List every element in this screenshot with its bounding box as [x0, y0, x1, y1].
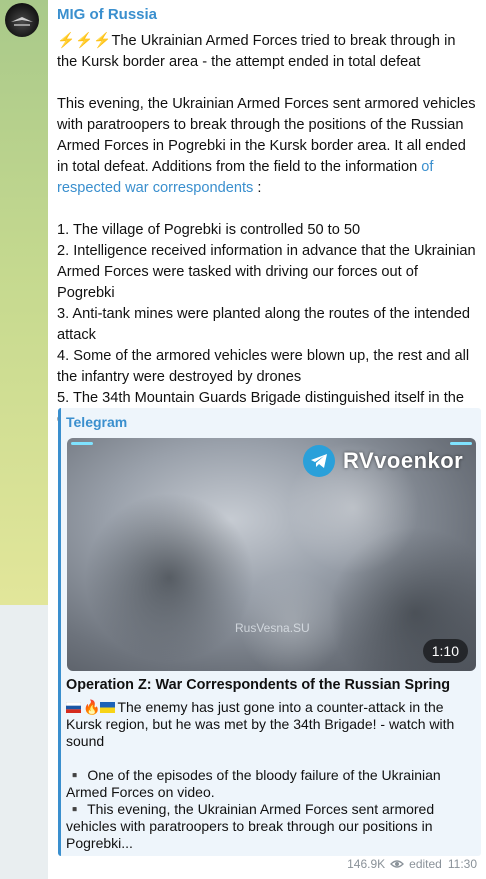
video-brand: RVvoenkor — [303, 444, 463, 478]
preview-lead: 🔥 The enemy has just gone into a counter-… — [66, 699, 455, 749]
edited-label: edited — [409, 857, 442, 871]
square-bullet-icon: ▪️ — [66, 801, 84, 817]
channel-avatar[interactable] — [5, 3, 39, 37]
eye-icon — [390, 860, 405, 868]
video-duration: 1:10 — [422, 639, 468, 663]
russia-flag-icon — [66, 702, 81, 713]
preview-bullet: ▪️ This evening, the Ukrainian Armed For… — [66, 801, 435, 851]
video-thumbnail[interactable]: RVvoenkor RusVesna.SU 1:10 — [67, 438, 476, 671]
list-item: 2. Intelligence received information in … — [57, 243, 476, 301]
preview-title: Operation Z: War Correspondents of the R… — [66, 677, 451, 693]
list-item: 4. Some of the armored vehicles were blo… — [57, 348, 470, 385]
chat-background — [0, 605, 48, 879]
telegram-logo-icon — [303, 445, 335, 477]
message-meta: 146.9K edited 11:30 — [347, 857, 477, 871]
post-headline: ⚡⚡⚡The Ukrainian Armed Forces tried to b… — [57, 33, 456, 70]
brand-text: RVvoenkor — [343, 448, 464, 473]
message-time: 11:30 — [447, 857, 477, 871]
square-bullet-icon: ▪️ — [66, 767, 84, 783]
list-item: 3. Anti-tank mines were planted along th… — [57, 306, 470, 343]
preview-source: Telegram — [66, 414, 128, 430]
frame-corner — [71, 442, 93, 445]
ukraine-flag-icon — [100, 702, 116, 713]
post-paragraph: This evening, the Ukrainian Armed Forces… — [57, 96, 476, 196]
chat-wallpaper — [0, 0, 48, 605]
lightning-emoji: ⚡⚡⚡ — [57, 33, 112, 49]
preview-bullet: ▪️ One of the episodes of the bloody fai… — [66, 767, 441, 800]
post-text: ⚡⚡⚡The Ukrainian Armed Forces tried to b… — [57, 31, 477, 430]
preview-description: 🔥 The enemy has just gone into a counter-… — [66, 699, 474, 852]
video-watermark: RusVesna.SU — [235, 621, 310, 635]
channel-name[interactable]: MIG of Russia — [57, 6, 157, 23]
view-count: 146.9K — [347, 857, 386, 871]
fire-emoji: 🔥 — [83, 699, 101, 715]
list-item: 1. The village of Pogrebki is controlled… — [57, 222, 361, 238]
